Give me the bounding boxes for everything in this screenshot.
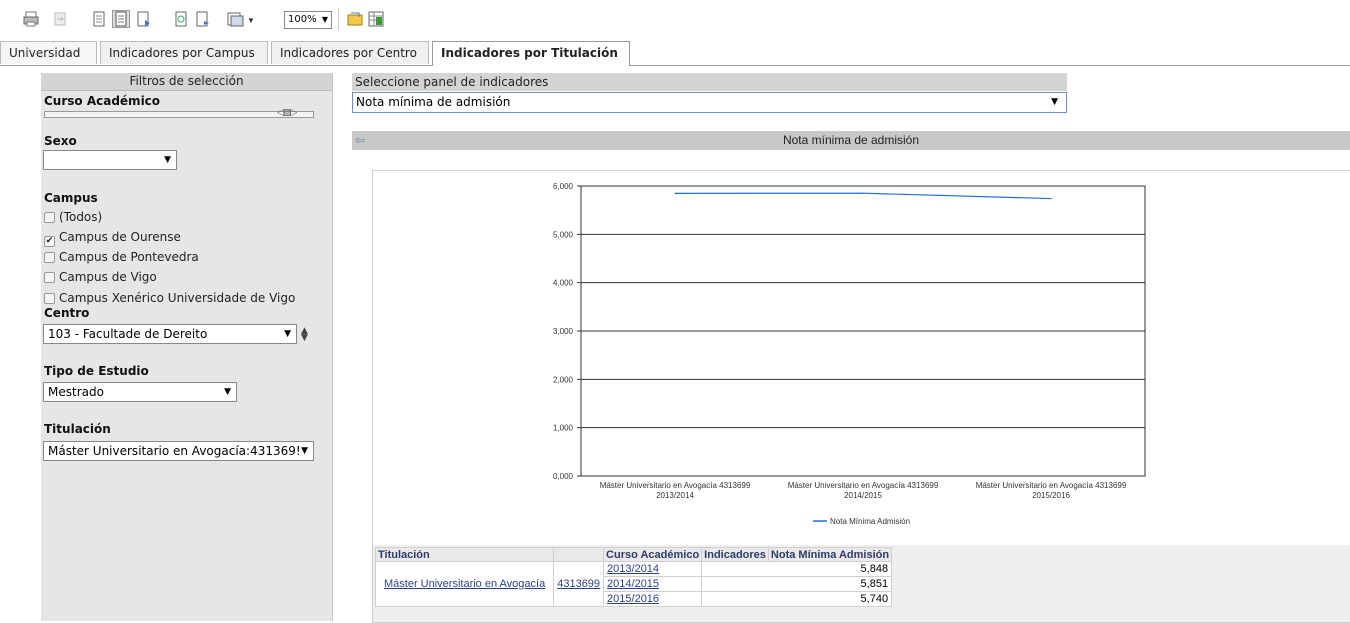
header-titulacion: Titulación [374,547,555,562]
zoom-select[interactable]: 100% ▼ [284,11,332,29]
curso-link[interactable]: 2014/2015 [607,578,659,590]
legend-label: Nota Mínima Admisión [830,517,910,526]
x-tick-label: Máster Universitario en Avogacía 4313699 [600,481,751,490]
tipo-estudio-label: Tipo de Estudio [44,364,149,378]
table-header-row: Titulación Curso Académico Indicadores N… [374,547,893,562]
tab-bar: Universidad Indicadores por Campus Indic… [0,41,1350,66]
slider-handle-icon[interactable]: ◁▨▷ [277,108,315,120]
excel-icon[interactable] [367,10,385,28]
chevron-down-icon: ▼ [321,15,328,24]
line-chart: 0,000 1,000 2,000 3,000 4,000 5,000 6,000 Máste… [553,182,1146,526]
campus-option-vigo[interactable]: Campus de Vigo [44,268,157,286]
print-icon[interactable] [22,10,40,28]
y-tick-label: 0,000 [553,472,574,481]
cell-codigo[interactable]: 4313699 [553,561,605,607]
cell-nota: 5,848 [701,561,893,577]
campus-option-pontevedra[interactable]: Campus de Pontevedra [44,248,199,266]
codigo-link[interactable]: 4313699 [557,578,600,590]
filters-title: Filtros de selección [41,73,332,91]
chevron-down-icon: ▼ [299,442,308,460]
back-arrow-icon[interactable]: ⇦ [355,131,365,150]
curso-slider[interactable] [44,111,314,118]
report-content: 0,000 1,000 2,000 3,000 4,000 5,000 6,000 Máste… [372,170,1350,623]
campus-option-ourense[interactable]: ✔ Campus de Ourense [44,228,181,247]
x-tick-label: 2014/2015 [844,491,882,500]
sexo-select[interactable]: ▼ [43,150,177,170]
y-tick-label: 4,000 [553,279,574,288]
checkbox-icon[interactable] [44,252,55,263]
tab-indicadores-titulacion[interactable]: Indicadores por Titulación [432,41,630,66]
refresh-icon[interactable] [172,10,190,28]
chevron-down-icon: ▼ [224,387,231,397]
campus-option-todos[interactable]: (Todos) [44,208,102,226]
chart-panel-title: Nota mínima de admisión [782,133,920,147]
tipo-estudio-select[interactable]: Mestrado ▼ [43,382,237,402]
curso-link[interactable]: 2015/2016 [607,593,659,605]
page-icon[interactable] [90,10,108,28]
cell-nota: 5,740 [701,591,893,607]
export-icon[interactable] [51,10,69,28]
chevron-down-icon: ▼ [164,155,171,165]
curso-link[interactable]: 2013/2014 [607,563,659,575]
chart-panel-header: ⇦ Nota mínima de admisión [352,131,1350,150]
data-table: Titulación Curso Académico Indicadores N… [374,547,893,607]
data-point [674,192,676,194]
chart-area: 0,000 1,000 2,000 3,000 4,000 5,000 6,000 Máste… [373,171,1350,543]
chevron-down-icon: ▼ [1051,97,1058,107]
curso-label: Curso Académico [44,94,161,108]
y-tick-label: 1,000 [553,424,574,433]
header-curso: Curso Académico [603,547,703,562]
cell-curso[interactable]: 2014/2015 [603,576,703,592]
x-tick-label: Máster Universitario en Avogacía 4313699 [976,481,1127,490]
refresh-page-icon[interactable] [194,10,212,28]
tab-universidad[interactable]: Universidad [0,41,97,64]
header-nota: Nota Mínima Admisión [767,547,893,562]
indicator-panel-label: Seleccione panel de indicadores [352,73,1067,91]
x-tick-label: 2015/2016 [1032,491,1070,500]
cell-curso[interactable]: 2013/2014 [603,561,703,577]
cell-curso[interactable]: 2015/2016 [603,591,703,607]
checkbox-icon[interactable] [44,212,55,223]
y-tick-label: 3,000 [553,327,574,336]
checkbox-checked-icon[interactable]: ✔ [44,236,55,247]
tab-indicadores-campus[interactable]: Indicadores por Campus [100,41,268,64]
cell-nota: 5,851 [701,576,893,592]
checkbox-icon[interactable] [44,293,55,304]
titulacion-select[interactable]: Máster Universitario en Avogacía:431369!… [43,441,314,461]
y-tick-label: 5,000 [553,230,574,239]
filters-panel: Filtros de selección Curso Académico ◁▨▷… [41,73,333,621]
toolbar: ▼ 100% ▼ [0,0,1350,34]
data-point [862,192,864,194]
zoom-icon[interactable] [346,10,364,28]
tab-indicadores-centro[interactable]: Indicadores por Centro [271,41,429,64]
indicator-panel-select[interactable]: Nota mínima de admisión ▼ [352,92,1067,113]
spinner-icon[interactable]: ▲ ▼ [301,327,308,343]
titulacion-link[interactable]: Máster Universitario en Avogacía [384,578,545,590]
series-line [674,192,1052,200]
table-area: Titulación Curso Académico Indicadores N… [373,545,1350,622]
checkbox-icon[interactable] [44,272,55,283]
svg-text:▼: ▼ [247,16,253,25]
x-tick-label: 2013/2014 [656,491,694,500]
header-indicadores: Indicadores [701,547,769,562]
campus-option-xenerico[interactable]: Campus Xenérico Universidade de Vigo [44,289,295,307]
centro-label: Centro [44,306,90,320]
header-codigo [553,547,605,562]
data-point [1050,197,1052,200]
cell-titulacion[interactable]: Máster Universitario en Avogacía [374,561,555,607]
chevron-down-icon: ▼ [284,329,291,339]
page-view-icon[interactable] [112,10,130,28]
sexo-label: Sexo [44,134,77,148]
table-row: Máster Universitario en Avogacía 4313699… [374,561,893,607]
toolbar-separator [338,8,339,30]
layout-icon[interactable]: ▼ [226,10,255,28]
y-tick-label: 2,000 [553,375,574,384]
campus-label: Campus [44,191,98,205]
x-tick-label: Máster Universitario en Avogacía 4313699 [788,481,939,490]
centro-select[interactable]: 103 - Facultade de Dereito ▼ [43,324,297,344]
y-tick-label: 6,000 [553,182,574,191]
titulacion-label: Titulación [44,422,111,436]
page-next-icon[interactable] [135,10,153,28]
